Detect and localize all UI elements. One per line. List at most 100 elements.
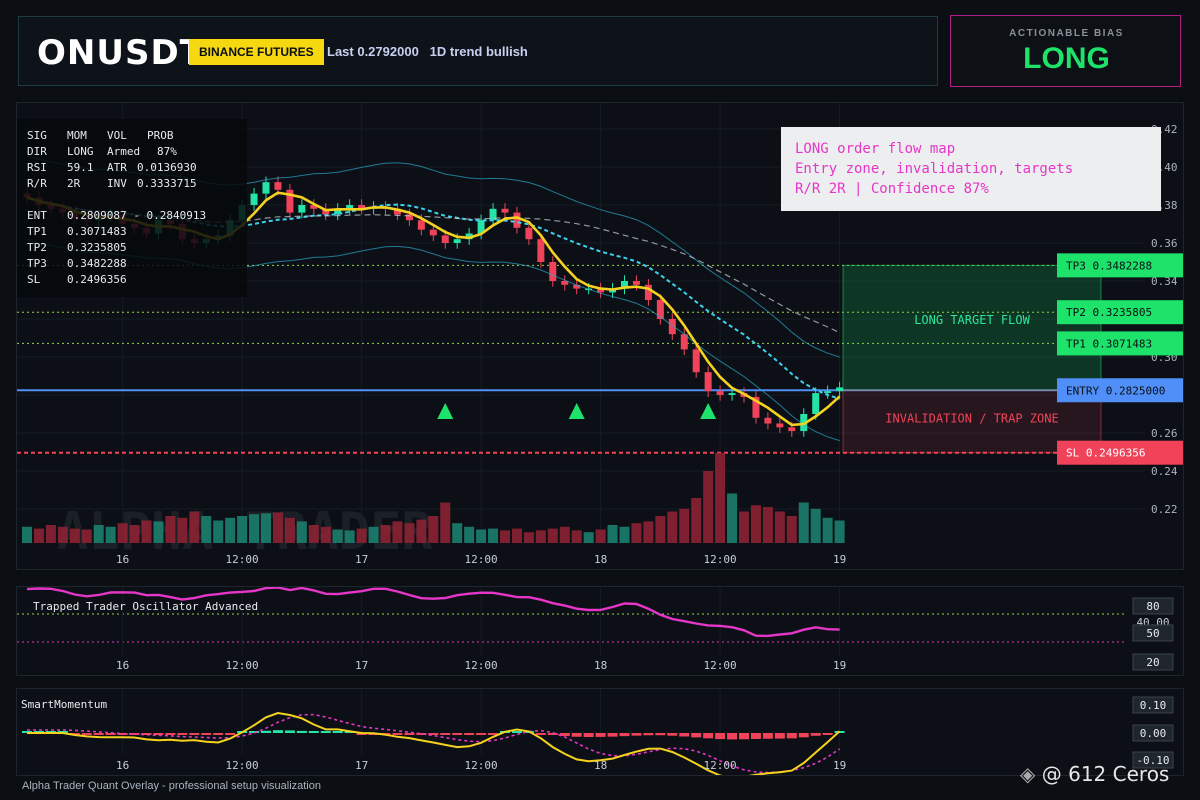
volume-bar <box>141 520 152 543</box>
volume-bar <box>643 521 654 543</box>
candle-body <box>441 235 449 243</box>
candle-body <box>692 349 700 373</box>
volume-bar <box>523 532 534 543</box>
price-tick-label: 0.24 <box>1151 465 1178 478</box>
credit-watermark: ◈ @ 612 Ceros <box>1020 762 1169 786</box>
mom-time-axis: 16 12:00 17 12:00 18 12:00 19 <box>116 759 846 772</box>
bias-value: LONG <box>1023 42 1110 75</box>
note-line: LONG order flow map <box>795 141 955 157</box>
osc-time-label: 19 <box>833 659 846 672</box>
volume-bar <box>22 526 32 543</box>
mom-level-zero: 0.00 <box>1140 727 1167 740</box>
osc-time-label: 17 <box>355 659 368 672</box>
candle-body <box>429 229 437 236</box>
target-zone-label: LONG TARGET FLOW <box>914 313 1030 327</box>
price-tag-label: ENTRY 0.2825000 <box>1066 384 1165 397</box>
momentum-bar <box>679 733 690 737</box>
volume-bar <box>189 511 200 543</box>
momentum-bar <box>440 733 451 735</box>
candle-body <box>501 208 509 213</box>
volume-bar <box>129 525 140 543</box>
candle-body <box>728 393 736 395</box>
mom-time-label: 12:00 <box>465 759 498 772</box>
volume-bar <box>308 525 319 543</box>
volume-bar <box>619 526 630 543</box>
volume-bar <box>177 517 188 543</box>
volume-bar <box>356 528 367 543</box>
momentum-bar <box>786 733 797 739</box>
oscillator-title: Trapped Trader Oscillator Advanced <box>33 600 258 613</box>
osc-time-label: 12:00 <box>704 659 737 672</box>
candle-body <box>549 262 557 281</box>
target-zone <box>842 264 1102 391</box>
momentum-bar <box>201 733 212 735</box>
bias-title: ACTIONABLE BIAS <box>1009 28 1124 39</box>
volume-bar <box>607 525 618 543</box>
osc-time-label: 12:00 <box>465 659 498 672</box>
momentum-bar <box>392 733 403 735</box>
candle-body <box>274 182 282 190</box>
zones: LONG TARGET FLOW INVALIDATION / TRAP ZON… <box>842 264 1102 454</box>
mom-time-label: 19 <box>833 759 846 772</box>
momentum-bar <box>691 733 702 738</box>
main-chart[interactable]: ALPHA TRADER 0.420.400.380.360.340.320.3… <box>16 102 1184 570</box>
osc-level-50: 50 <box>1146 627 1159 640</box>
volume-bar <box>511 528 522 543</box>
momentum-bar <box>476 733 487 735</box>
volume-bar <box>727 493 738 543</box>
note-line: R/R 2R | Confidence 87% <box>795 181 989 197</box>
candle-body <box>824 391 832 394</box>
bias-panel: ACTIONABLE BIAS LONG <box>950 15 1181 87</box>
osc-time-label: 18 <box>594 659 607 672</box>
momentum-bar <box>511 731 522 733</box>
volume-bar <box>786 516 797 543</box>
momentum-bar <box>177 733 188 735</box>
momentum-bar <box>296 730 307 733</box>
mom-time-label: 17 <box>355 759 368 772</box>
momentum-panel[interactable]: SmartMomentum 16 12:00 17 12:00 18 12:00 19 0.… <box>16 688 1184 776</box>
momentum-bar <box>583 733 594 738</box>
osc-level-20: 20 <box>1146 656 1159 669</box>
momentum-bar <box>189 733 200 735</box>
buy-signals <box>437 403 717 419</box>
momentum-bar <box>464 733 475 735</box>
price-tag-label: TP2 0.3235805 <box>1066 306 1152 319</box>
mom-gridlines <box>122 689 841 755</box>
momentum-bar <box>272 730 283 733</box>
header-bar: ONUSDT BINANCE FUTURES Last 0.2792000 1D… <box>18 16 938 86</box>
buy-signal-arrow-icon <box>700 403 717 419</box>
volume-bar <box>237 516 248 543</box>
momentum-bar <box>774 733 785 739</box>
candle-body <box>632 281 640 285</box>
volume-bar <box>750 505 761 543</box>
volume-bar <box>272 512 283 543</box>
exchange-badge[interactable]: BINANCE FUTURES <box>189 39 324 65</box>
volume-bar <box>547 528 558 543</box>
momentum-bar <box>571 733 582 737</box>
mom-time-label: 16 <box>116 759 129 772</box>
candle-body <box>298 205 306 213</box>
momentum-bar <box>619 733 630 737</box>
time-tick-label: 18 <box>594 553 607 566</box>
volume-bar <box>798 502 809 543</box>
osc-time-label: 16 <box>116 659 129 672</box>
volume-bars <box>22 453 845 543</box>
price-tag-label: TP1 0.3071483 <box>1066 337 1152 350</box>
level-row: TP2 0.3235805 <box>27 241 127 254</box>
osc-level-80: 80 <box>1146 600 1159 613</box>
momentum-bar <box>284 730 295 733</box>
volume-bar <box>631 523 642 543</box>
volume-bar <box>213 520 224 543</box>
momentum-bar <box>213 733 224 735</box>
oscillator-panel[interactable]: Trapped Trader Oscillator Advanced 16 12:… <box>16 586 1184 676</box>
candle-body <box>704 372 712 392</box>
candle-body <box>262 182 270 194</box>
mom-time-label: 18 <box>594 759 607 772</box>
candle-body <box>417 220 425 230</box>
momentum-bar <box>308 731 319 733</box>
candle-body <box>776 423 784 428</box>
volume-bar <box>296 521 307 543</box>
momentum-bar <box>762 733 773 739</box>
osc-time-label: 12:00 <box>226 659 259 672</box>
volume-bar <box>117 523 128 543</box>
